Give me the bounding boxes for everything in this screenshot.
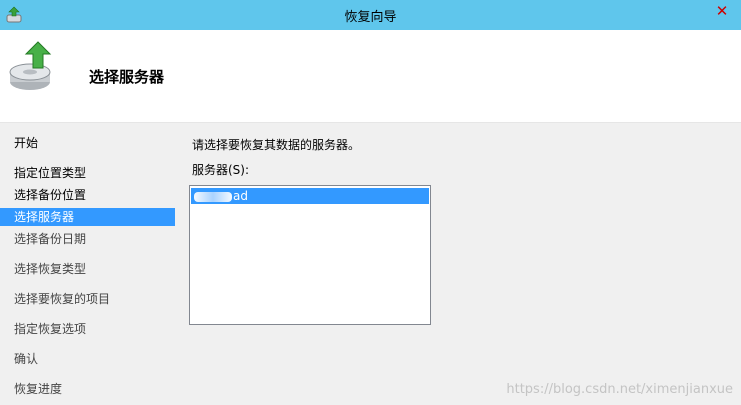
step-location-type[interactable]: 指定位置类型: [0, 164, 175, 182]
step-recovery-type[interactable]: 选择恢复类型: [0, 260, 175, 278]
step-recovery-options[interactable]: 指定恢复选项: [0, 320, 175, 338]
servers-label: 服务器(S):: [192, 163, 250, 177]
wizard-header: 选择服务器: [0, 30, 741, 123]
step-progress[interactable]: 恢复进度: [0, 380, 175, 398]
wizard-steps: 开始 指定位置类型 选择备份位置 选择服务器 选择备份日期 选择恢复类型 选择要…: [0, 123, 175, 405]
title-bar[interactable]: 恢复向导 ✕: [0, 0, 741, 30]
instruction-text: 请选择要恢复其数据的服务器。: [192, 138, 361, 152]
page-title: 选择服务器: [89, 68, 165, 86]
wizard-main: 请选择要恢复其数据的服务器。 服务器(S): ad: [189, 123, 741, 405]
server-list-item[interactable]: ad: [191, 188, 429, 204]
watermark: https://blog.csdn.net/ximenjianxue: [506, 382, 733, 397]
step-backup-date[interactable]: 选择备份日期: [0, 230, 175, 248]
step-confirm[interactable]: 确认: [0, 350, 175, 368]
servers-listbox[interactable]: ad: [189, 185, 431, 325]
server-name: ad: [233, 189, 248, 203]
wizard-body: 开始 指定位置类型 选择备份位置 选择服务器 选择备份日期 选择恢复类型 选择要…: [0, 123, 741, 405]
step-recovery-items[interactable]: 选择要恢复的项目: [0, 290, 175, 308]
window-title: 恢复向导: [344, 10, 397, 25]
step-select-server[interactable]: 选择服务器: [0, 208, 175, 226]
redacted-mask: [194, 191, 232, 202]
backup-disk-icon: [9, 41, 52, 90]
step-start[interactable]: 开始: [0, 134, 175, 152]
step-backup-location[interactable]: 选择备份位置: [0, 186, 175, 204]
close-button[interactable]: ✕: [707, 0, 737, 24]
